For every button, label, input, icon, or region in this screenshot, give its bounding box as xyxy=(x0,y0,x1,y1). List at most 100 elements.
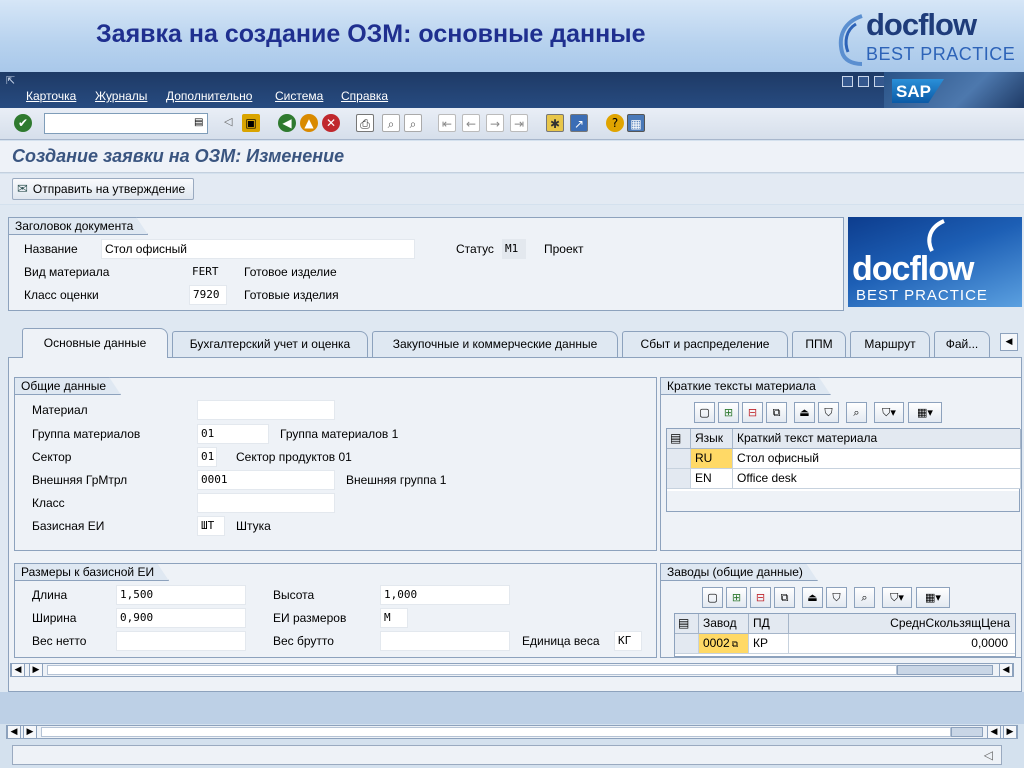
material-field[interactable] xyxy=(197,400,335,420)
height-field[interactable]: 1,000 xyxy=(380,585,510,605)
scroll-right-icon[interactable]: ▶ xyxy=(29,663,43,677)
table-find-icon[interactable]: ⌕ xyxy=(846,402,867,423)
screen-horizontal-scrollbar[interactable]: ◀ ▶ ◀ ▶ xyxy=(6,725,1018,739)
create-session-icon[interactable]: ✱ xyxy=(546,114,564,132)
sort-icon[interactable]: ⏏ xyxy=(802,587,823,608)
delete-row-icon[interactable]: ⊟ xyxy=(742,402,763,423)
tab-basic-data[interactable]: Основные данные xyxy=(22,328,168,358)
back-icon[interactable]: ◀ xyxy=(278,114,296,132)
filter-options-icon[interactable]: ⛉▾ xyxy=(874,402,904,423)
short-text-cell[interactable]: Office desk xyxy=(733,469,1021,489)
menu-sistema[interactable]: Система xyxy=(275,89,323,103)
column-header-short-text[interactable]: Краткий текст материала xyxy=(733,429,1021,449)
copy-row-icon[interactable]: ⧉ xyxy=(766,402,787,423)
save-icon[interactable]: ▣ xyxy=(242,114,260,132)
avg-price-cell[interactable]: 0,0000 xyxy=(789,634,1015,654)
lang-cell[interactable]: RU xyxy=(691,449,733,469)
find-next-icon[interactable]: ⌕ xyxy=(404,114,422,132)
tab-scroll-left-icon[interactable]: ◀ xyxy=(1000,333,1018,351)
tab-accounting[interactable]: Бухгалтерский учет и оценка xyxy=(172,331,368,357)
name-field[interactable]: Стол офисный xyxy=(101,239,415,259)
filter-icon[interactable]: ⛉ xyxy=(826,587,847,608)
tab-purchasing[interactable]: Закупочные и коммерческие данные xyxy=(372,331,618,357)
scroll-left-end-icon[interactable]: ◀ xyxy=(987,725,1001,739)
class-field[interactable] xyxy=(197,493,335,513)
layout-options-icon[interactable]: ▦▾ xyxy=(908,402,942,423)
tab-ppm[interactable]: ППМ xyxy=(792,331,846,357)
weight-unit-field[interactable]: КГ xyxy=(614,631,642,651)
net-weight-field[interactable] xyxy=(116,631,246,651)
select-all-icon[interactable]: ▤ xyxy=(667,429,691,449)
external-group-field[interactable]: 0001 xyxy=(197,470,335,490)
sector-field[interactable]: 01 xyxy=(197,447,217,467)
maximize-icon[interactable] xyxy=(858,76,869,87)
copy-row-icon[interactable]: ⧉ xyxy=(774,587,795,608)
row-selector[interactable] xyxy=(675,634,699,654)
first-page-icon[interactable]: ⇤ xyxy=(438,114,456,132)
help-icon[interactable]: ? xyxy=(606,114,624,132)
scroll-right-icon[interactable]: ▶ xyxy=(23,725,37,739)
table-find-icon[interactable]: ⌕ xyxy=(854,587,875,608)
menu-dopolnitelno[interactable]: Дополнительно xyxy=(166,89,252,103)
scroll-right-end-icon[interactable]: ▶ xyxy=(1003,725,1017,739)
insert-row-icon[interactable]: ⊞ xyxy=(726,587,747,608)
base-uom-field[interactable]: ШТ xyxy=(197,516,225,536)
enter-icon[interactable]: ✔ xyxy=(14,114,32,132)
previous-page-icon[interactable]: ← xyxy=(462,114,480,132)
scroll-track[interactable] xyxy=(41,727,951,737)
length-field[interactable]: 1,500 xyxy=(116,585,246,605)
select-all-icon[interactable]: ▤ xyxy=(675,614,699,634)
tab-horizontal-scrollbar[interactable]: ◀ ▶ ◀ xyxy=(10,663,1014,677)
tab-files[interactable]: Фай... xyxy=(934,331,990,357)
lang-cell[interactable]: EN xyxy=(691,469,733,489)
dimension-uom-field[interactable]: М xyxy=(380,608,408,628)
delete-row-icon[interactable]: ⊟ xyxy=(750,587,771,608)
command-field[interactable] xyxy=(44,113,208,134)
row-selector[interactable] xyxy=(667,449,691,469)
tab-route[interactable]: Маршрут xyxy=(850,331,930,357)
filter-options-icon[interactable]: ⛉▾ xyxy=(882,587,912,608)
column-header-pd[interactable]: ПД xyxy=(749,614,789,634)
filter-icon[interactable]: ⛉ xyxy=(818,402,839,423)
scroll-track[interactable] xyxy=(47,665,897,675)
scroll-left-icon[interactable]: ◀ xyxy=(7,725,21,739)
print-icon[interactable]: ⎙ xyxy=(356,114,374,132)
material-group-field[interactable]: 01 xyxy=(197,424,269,444)
minimize-icon[interactable] xyxy=(842,76,853,87)
column-header-lang[interactable]: Язык xyxy=(691,429,733,449)
column-header-avg-price[interactable]: СреднСкользящЦена xyxy=(789,614,1015,634)
insert-row-icon[interactable]: ⊞ xyxy=(718,402,739,423)
short-text-cell[interactable]: Стол офисный xyxy=(733,449,1021,469)
command-history-icon[interactable]: ▤ xyxy=(194,117,203,128)
layout-options-icon[interactable]: ▦▾ xyxy=(916,587,950,608)
next-page-icon[interactable]: → xyxy=(486,114,504,132)
column-header-plant[interactable]: Завод xyxy=(699,614,749,634)
scroll-thumb[interactable] xyxy=(951,727,983,737)
last-page-icon[interactable]: ⇥ xyxy=(510,114,528,132)
status-collapse-icon[interactable]: ◁ xyxy=(984,748,993,762)
exit-icon[interactable]: ▲ xyxy=(300,114,318,132)
cancel-icon[interactable]: ✕ xyxy=(322,114,340,132)
sort-icon[interactable]: ⏏ xyxy=(794,402,815,423)
submit-for-approval-button[interactable]: ✉ Отправить на утверждение xyxy=(12,178,195,200)
find-icon[interactable]: ⌕ xyxy=(382,114,400,132)
system-menu-icon[interactable]: ⇱ xyxy=(6,74,15,87)
menu-spravka[interactable]: Справка xyxy=(341,89,388,103)
new-row-icon[interactable]: ▢ xyxy=(694,402,715,423)
tab-sales[interactable]: Сбыт и распределение xyxy=(622,331,788,357)
customize-layout-icon[interactable]: ▦ xyxy=(627,114,645,132)
scroll-thumb[interactable] xyxy=(897,665,993,675)
collapse-icon[interactable]: ◁ xyxy=(224,115,232,128)
row-selector[interactable] xyxy=(667,469,691,489)
menu-zhurnaly[interactable]: Журналы xyxy=(95,89,147,103)
new-row-icon[interactable]: ▢ xyxy=(702,587,723,608)
scroll-left-end-icon[interactable]: ◀ xyxy=(999,663,1013,677)
scroll-left-icon[interactable]: ◀ xyxy=(11,663,25,677)
width-field[interactable]: 0,900 xyxy=(116,608,246,628)
plant-cell[interactable]: 0002 ⧉ xyxy=(699,634,749,654)
pd-cell[interactable]: КР xyxy=(749,634,789,654)
gross-weight-field[interactable] xyxy=(380,631,510,651)
shortcut-icon[interactable]: ↗ xyxy=(570,114,588,132)
valuation-class-field[interactable]: 7920 xyxy=(189,285,227,305)
value-help-icon[interactable]: ⧉ xyxy=(732,639,738,649)
